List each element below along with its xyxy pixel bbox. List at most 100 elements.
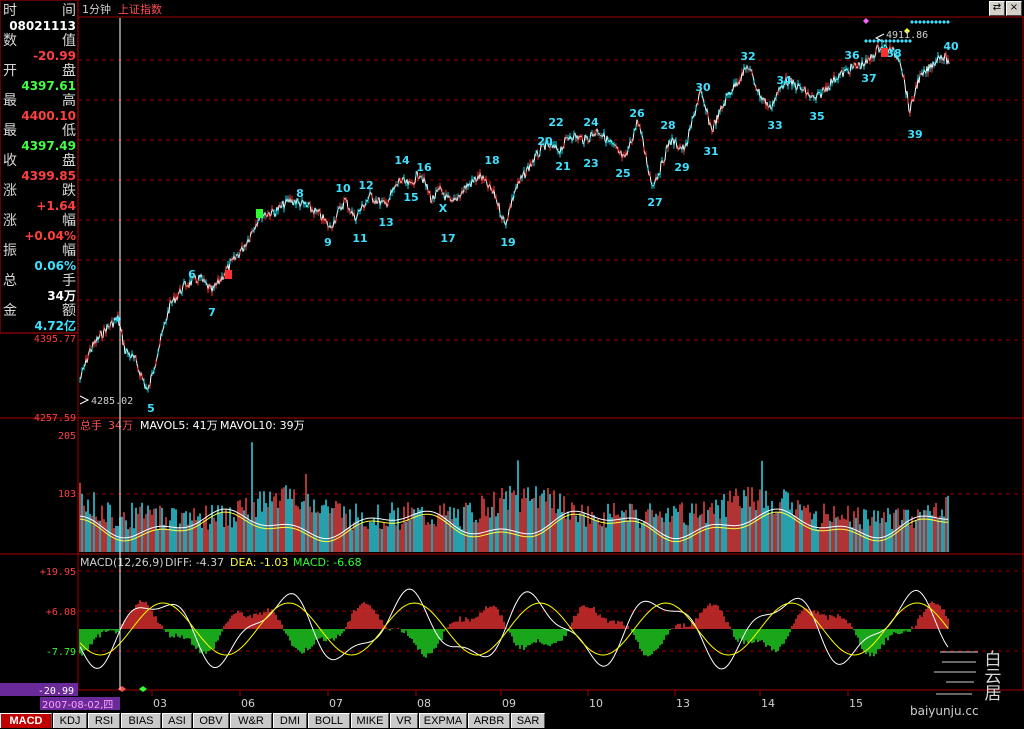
- wave-label: 22: [548, 116, 563, 129]
- watermark-logo: 白云居: [900, 648, 1024, 712]
- info-value: 4.72亿: [34, 318, 76, 333]
- info-panel: 时间08021113数 值-20.99开 盘4397.61最 高4400.10最 低43…: [0, 0, 79, 334]
- diamond-marker-icon: [863, 18, 869, 24]
- info-label: 涨: [3, 183, 17, 199]
- info-label: 开: [3, 63, 17, 79]
- sell-marker-icon: [225, 270, 232, 279]
- time-axis: 03 06 07 08 09 10 13 14 15: [151, 690, 863, 710]
- wave-label: 16: [416, 161, 432, 174]
- info-label: 最: [3, 93, 17, 109]
- tab-expma[interactable]: EXPMA: [419, 713, 467, 728]
- tab-asi[interactable]: ASI: [162, 713, 192, 728]
- diamond-chain-icon: [872, 39, 876, 43]
- wave-label: 9: [324, 236, 332, 249]
- diamond-chain-icon: [910, 20, 914, 24]
- info-label: 最: [3, 123, 17, 139]
- low-price-label: 4285.02: [91, 396, 133, 407]
- macd-marker-icon: [139, 686, 147, 692]
- diamond-chain-icon: [946, 20, 950, 24]
- macd-tick-top: +19.95: [40, 567, 76, 578]
- price-line: [79, 43, 950, 391]
- wave-label: 37: [861, 72, 876, 85]
- wave-label: 26: [629, 107, 645, 120]
- info-tail: 幅: [62, 213, 76, 229]
- macd-value: MACD: -6.68: [293, 556, 362, 569]
- wave-label: 39: [907, 128, 922, 141]
- macd-diff: DIFF: -4.37: [165, 556, 224, 569]
- diamond-chain-icon: [934, 20, 938, 24]
- restore-icon[interactable]: ⇄: [989, 1, 1005, 16]
- info-label: 收: [3, 153, 17, 169]
- volume-tick-mid: 103: [58, 489, 76, 500]
- tab-obv[interactable]: OBV: [193, 713, 229, 728]
- diamond-chain-icon: [938, 20, 942, 24]
- tab-dmi[interactable]: DMI: [273, 713, 307, 728]
- macd-cursor-value: -20.99: [38, 686, 74, 697]
- info-label: 总: [3, 273, 17, 289]
- watermark-brand: baiyunju.cc: [910, 704, 979, 718]
- wave-label: 28: [660, 119, 675, 132]
- diamond-chain-icon: [918, 20, 922, 24]
- tab-kdj[interactable]: KDJ: [53, 713, 87, 728]
- wave-label: 14: [394, 154, 410, 167]
- wave-label: 30: [695, 81, 711, 94]
- close-icon[interactable]: ×: [1006, 1, 1022, 16]
- wave-label: 17: [440, 232, 455, 245]
- wave-label: 38: [886, 47, 901, 60]
- macd-series: [79, 588, 949, 670]
- tab-rsi[interactable]: RSI: [88, 713, 120, 728]
- macd-name: MACD(12,26,9): [80, 556, 164, 569]
- wave-labels: 5 6 7 8 9 10 11 12 13 14 15 16 X 17 18 19 2021 22 23 24 25 26…: [147, 40, 959, 415]
- wave-label: 27: [647, 196, 662, 209]
- time-label: 06: [241, 697, 255, 710]
- chart-frame: [0, 16, 1024, 691]
- wave-label: 40: [943, 40, 959, 53]
- wave-label: 25: [615, 167, 630, 180]
- info-value: 4397.61: [21, 79, 76, 93]
- info-tail: 手: [62, 273, 76, 289]
- macd-marker-icon: [118, 686, 126, 692]
- tab-sar[interactable]: SAR: [511, 713, 545, 728]
- info-tail: 盘: [62, 62, 76, 79]
- info-tail: 幅: [62, 243, 76, 259]
- wave-label: 19: [500, 236, 515, 249]
- info-tail: 低: [62, 123, 76, 139]
- wave-label: 8: [296, 187, 304, 200]
- wave-label: 13: [378, 216, 393, 229]
- wave-label: 35: [809, 110, 824, 123]
- tab-vr[interactable]: VR: [390, 713, 418, 728]
- tab-bias[interactable]: BIAS: [121, 713, 161, 728]
- time-label: 03: [153, 697, 167, 710]
- tab-macd[interactable]: MACD: [0, 713, 52, 728]
- info-tail: 高: [62, 92, 76, 109]
- price-tick-upper: 4395.77: [34, 334, 76, 345]
- info-value: 4397.49: [21, 139, 76, 153]
- time-label: 07: [329, 697, 343, 710]
- info-value: +0.04%: [24, 229, 76, 243]
- volume-bars: [79, 442, 949, 552]
- index-name: 上证指数: [118, 2, 162, 16]
- wave-label: 29: [674, 161, 689, 174]
- period-label[interactable]: 1分钟: [82, 2, 111, 16]
- info-value: 34万: [47, 289, 76, 303]
- info-label: 振: [3, 243, 17, 259]
- stock-chart[interactable]: 1分钟 上证指数 时间08021113数 值-20.99开 盘4397.61最 高44…: [0, 0, 1024, 729]
- watermark-brand-wrap: baiyunju.cc: [900, 704, 1024, 728]
- tab-arbr[interactable]: ARBR: [468, 713, 510, 728]
- tab-boll[interactable]: BOLL: [308, 713, 350, 728]
- time-label: 15: [849, 697, 863, 710]
- info-label: 金: [3, 303, 17, 319]
- time-label: 10: [589, 697, 603, 710]
- wave-label: 33: [767, 119, 782, 132]
- wave-label: X: [439, 202, 448, 215]
- tab-mike[interactable]: MIKE: [351, 713, 389, 728]
- mavol5-label: MAVOL5: 41万: [140, 419, 218, 432]
- volume-tick-high: 205: [58, 431, 76, 442]
- wave-label: 12: [358, 179, 373, 192]
- info-label: 时: [3, 3, 17, 19]
- tab-wr[interactable]: W&R: [230, 713, 272, 728]
- info-label: 涨: [3, 213, 17, 229]
- info-value: 08021113: [9, 19, 76, 33]
- wave-label: 31: [703, 145, 718, 158]
- wave-label: 24: [583, 116, 599, 129]
